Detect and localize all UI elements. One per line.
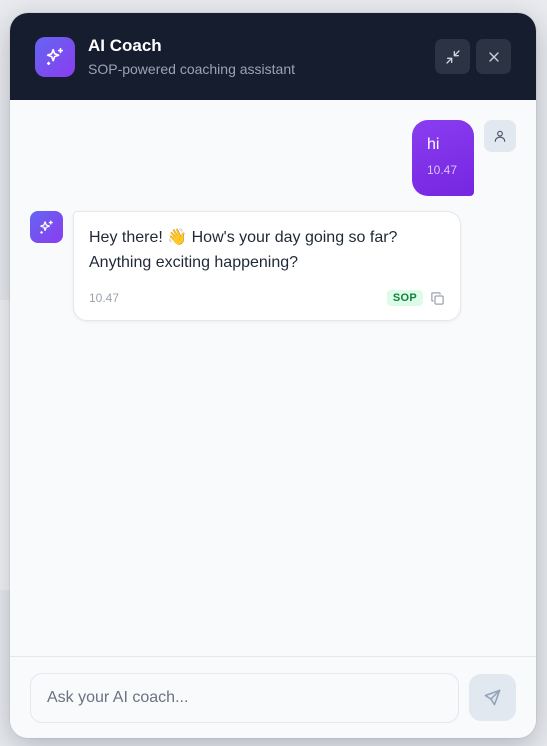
assistant-message-row: Hey there! 👋 How's your day going so far… bbox=[30, 211, 461, 321]
assistant-message-meta: 10.47 SOP bbox=[89, 290, 445, 306]
sparkles-icon bbox=[35, 36, 75, 77]
minimize-icon bbox=[445, 49, 460, 64]
user-icon bbox=[494, 130, 506, 142]
sparkles-icon bbox=[40, 219, 53, 234]
user-message-bubble: hi 10.47 bbox=[412, 120, 474, 196]
user-message-row: hi 10.47 bbox=[412, 120, 516, 196]
message-input[interactable] bbox=[30, 672, 459, 723]
header-titles: AI Coach SOP-powered coaching assistant bbox=[88, 35, 295, 78]
chat-header: AI Coach SOP-powered coaching assistant bbox=[10, 13, 536, 100]
chat-title: AI Coach bbox=[88, 36, 162, 55]
user-avatar bbox=[484, 120, 516, 152]
message-list[interactable]: hi 10.47 Hey there! 👋 How's your day goi… bbox=[10, 100, 536, 656]
copy-button[interactable] bbox=[429, 290, 445, 306]
assistant-message-bubble: Hey there! 👋 How's your day going so far… bbox=[73, 211, 461, 321]
message-composer bbox=[10, 656, 536, 738]
copy-icon bbox=[430, 291, 444, 305]
chat-subtitle: SOP-powered coaching assistant bbox=[88, 61, 295, 77]
sop-badge: SOP bbox=[386, 290, 423, 306]
close-button[interactable] bbox=[476, 39, 511, 74]
assistant-message-time: 10.47 bbox=[89, 291, 120, 305]
header-actions bbox=[435, 39, 511, 74]
close-icon bbox=[488, 51, 499, 62]
chat-window: AI Coach SOP-powered coaching assistant bbox=[10, 13, 536, 738]
assistant-message-text: Hey there! 👋 How's your day going so far… bbox=[89, 229, 398, 271]
user-message-time: 10.47 bbox=[427, 163, 458, 177]
send-icon bbox=[484, 689, 501, 706]
assistant-avatar bbox=[30, 211, 63, 243]
minimize-button[interactable] bbox=[435, 39, 470, 74]
send-button[interactable] bbox=[469, 674, 516, 721]
user-message-text: hi bbox=[427, 136, 440, 153]
